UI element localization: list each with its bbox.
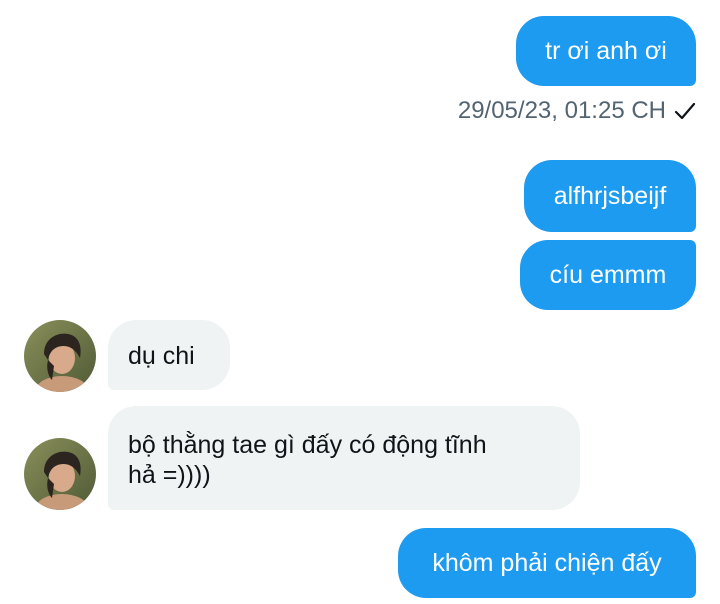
message-text: bộ thằng tae gì đấy có động tĩnh [128,431,487,459]
message-timestamp: 29/05/23, 01:25 CH [458,94,696,128]
checkmark-icon [674,100,696,122]
conversation-thread: tr ơi anh ơi 29/05/23, 01:25 CH alfhrjsb… [0,0,720,604]
outgoing-message[interactable]: alfhrjsbeijf [524,160,696,232]
outgoing-message[interactable]: tr ơi anh ơi [516,16,696,86]
timestamp-text: 29/05/23, 01:25 CH [457,97,666,124]
message-text: cíu emmm [549,261,667,289]
outgoing-message[interactable]: khôm phải chiện đấy [398,528,696,598]
message-text: khôm phải chiện đấy [432,549,662,577]
contact-avatar[interactable] [24,320,96,392]
outgoing-message[interactable]: cíu emmm [520,240,696,310]
message-text: dụ chi [128,342,195,370]
message-text: alfhrjsbeijf [553,182,667,210]
contact-avatar[interactable] [24,438,96,510]
message-text: hả =)))) [128,461,211,489]
incoming-message[interactable]: bộ thằng tae gì đấy có động tĩnh hả =)))… [108,406,580,510]
message-text: tr ơi anh ơi [545,37,667,65]
incoming-message[interactable]: dụ chi [108,320,230,390]
